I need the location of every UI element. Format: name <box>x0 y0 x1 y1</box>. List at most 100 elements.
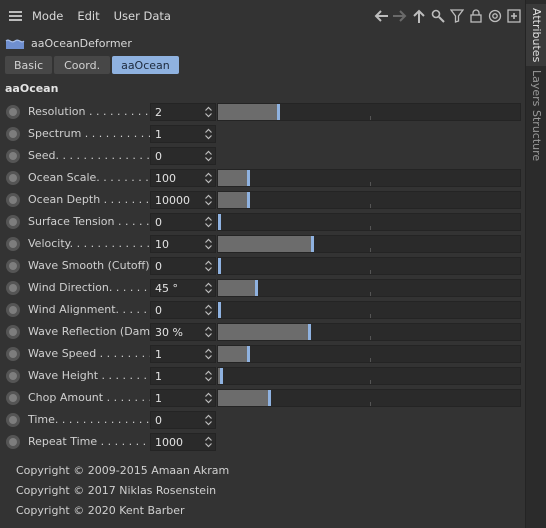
parameter-slider[interactable] <box>217 389 521 407</box>
search-icon[interactable] <box>429 7 446 25</box>
tab-aaocean[interactable]: aaOcean <box>112 56 179 74</box>
parameter-slider[interactable] <box>217 301 521 319</box>
slider-handle[interactable] <box>308 324 311 340</box>
slider-midpoint-tick <box>370 248 371 252</box>
slider-handle[interactable] <box>218 214 221 230</box>
parameter-value-field[interactable]: 2 <box>150 103 216 121</box>
parameter-row: Wave Height . . . . . . . .1 <box>0 365 525 387</box>
animate-toggle-icon[interactable] <box>6 171 20 185</box>
animate-toggle-icon[interactable] <box>6 127 20 141</box>
spinner-arrows-icon[interactable] <box>204 215 213 229</box>
arrow-right-icon[interactable] <box>391 7 408 25</box>
parameter-slider[interactable] <box>217 103 521 121</box>
slider-handle[interactable] <box>255 280 258 296</box>
parameter-value-field[interactable]: 100 <box>150 169 216 187</box>
menu-edit[interactable]: Edit <box>77 9 99 23</box>
parameter-value-field[interactable]: 0 <box>150 301 216 319</box>
animate-toggle-icon[interactable] <box>6 435 20 449</box>
side-tab-structure[interactable]: Structure <box>526 110 546 162</box>
spinner-arrows-icon[interactable] <box>204 237 213 251</box>
arrow-left-icon[interactable] <box>372 7 389 25</box>
parameter-slider[interactable] <box>217 279 521 297</box>
parameter-value: 0 <box>155 216 162 229</box>
animate-toggle-icon[interactable] <box>6 105 20 119</box>
slider-handle[interactable] <box>247 192 250 208</box>
slider-handle[interactable] <box>247 170 250 186</box>
spinner-arrows-icon[interactable] <box>204 413 213 427</box>
parameter-slider[interactable] <box>217 169 521 187</box>
slider-handle[interactable] <box>277 104 280 120</box>
parameter-value-field[interactable]: 1000 <box>150 433 216 451</box>
spinner-arrows-icon[interactable] <box>204 391 213 405</box>
slider-handle[interactable] <box>311 236 314 252</box>
slider-handle[interactable] <box>218 258 221 274</box>
tab-coord[interactable]: Coord. <box>54 56 111 74</box>
parameter-value-field[interactable]: 0 <box>150 213 216 231</box>
spinner-arrows-icon[interactable] <box>204 303 213 317</box>
parameter-value-field[interactable]: 45 ° <box>150 279 216 297</box>
parameter-slider[interactable] <box>217 257 521 275</box>
menu-mode[interactable]: Mode <box>32 9 63 23</box>
animate-toggle-icon[interactable] <box>6 237 20 251</box>
spinner-arrows-icon[interactable] <box>204 435 213 449</box>
hamburger-menu-icon[interactable] <box>9 11 22 21</box>
parameter-slider[interactable] <box>217 345 521 363</box>
parameter-value-field[interactable]: 1 <box>150 125 216 143</box>
parameter-value-field[interactable]: 10 <box>150 235 216 253</box>
slider-handle[interactable] <box>268 390 271 406</box>
object-name: aaOceanDeformer <box>31 36 132 50</box>
parameter-row: Spectrum . . . . . . . . . .1 <box>0 123 525 145</box>
slider-handle[interactable] <box>220 368 223 384</box>
animate-toggle-icon[interactable] <box>6 215 20 229</box>
slider-handle[interactable] <box>247 346 250 362</box>
side-tab-layers[interactable]: Layers <box>526 66 546 110</box>
spinner-arrows-icon[interactable] <box>204 149 213 163</box>
animate-toggle-icon[interactable] <box>6 149 20 163</box>
parameter-value: 1 <box>155 128 162 141</box>
spinner-arrows-icon[interactable] <box>204 325 213 339</box>
arrow-up-icon[interactable] <box>410 7 427 25</box>
animate-toggle-icon[interactable] <box>6 325 20 339</box>
spinner-arrows-icon[interactable] <box>204 105 213 119</box>
parameter-slider[interactable] <box>217 367 521 385</box>
side-tab-attributes[interactable]: Attributes <box>526 4 546 66</box>
spinner-arrows-icon[interactable] <box>204 281 213 295</box>
filter-icon[interactable] <box>448 7 465 25</box>
animate-toggle-icon[interactable] <box>6 347 20 361</box>
lock-icon[interactable] <box>467 7 484 25</box>
parameter-slider[interactable] <box>217 323 521 341</box>
spinner-arrows-icon[interactable] <box>204 127 213 141</box>
parameter-slider[interactable] <box>217 235 521 253</box>
tab-basic[interactable]: Basic <box>5 56 53 74</box>
animate-toggle-icon[interactable] <box>6 369 20 383</box>
parameter-value-field[interactable]: 30 % <box>150 323 216 341</box>
parameter-slider[interactable] <box>217 191 521 209</box>
parameter-row: Surface Tension . . . . . 0 <box>0 211 525 233</box>
spinner-arrows-icon[interactable] <box>204 347 213 361</box>
spinner-arrows-icon[interactable] <box>204 193 213 207</box>
menu-bar: Mode Edit User Data <box>0 0 525 32</box>
parameter-value-field[interactable]: 1 <box>150 367 216 385</box>
animate-toggle-icon[interactable] <box>6 391 20 405</box>
parameter-value-field[interactable]: 1 <box>150 345 216 363</box>
menu-user-data[interactable]: User Data <box>114 9 171 23</box>
animate-toggle-icon[interactable] <box>6 303 20 317</box>
parameter-value-field[interactable]: 0 <box>150 411 216 429</box>
new-panel-icon[interactable] <box>505 7 522 25</box>
slider-midpoint-tick <box>370 314 371 318</box>
parameter-value-field[interactable]: 0 <box>150 257 216 275</box>
animate-toggle-icon[interactable] <box>6 281 20 295</box>
animate-toggle-icon[interactable] <box>6 413 20 427</box>
slider-handle[interactable] <box>218 302 221 318</box>
animate-toggle-icon[interactable] <box>6 259 20 273</box>
spinner-arrows-icon[interactable] <box>204 259 213 273</box>
parameter-value-field[interactable]: 10000 <box>150 191 216 209</box>
target-icon[interactable] <box>486 7 503 25</box>
animate-toggle-icon[interactable] <box>6 193 20 207</box>
parameter-slider[interactable] <box>217 213 521 231</box>
spinner-arrows-icon[interactable] <box>204 171 213 185</box>
parameter-value-field[interactable]: 1 <box>150 389 216 407</box>
parameter-value-field[interactable]: 0 <box>150 147 216 165</box>
parameter-row: Repeat Time . . . . . . . 1000 <box>0 431 525 453</box>
spinner-arrows-icon[interactable] <box>204 369 213 383</box>
